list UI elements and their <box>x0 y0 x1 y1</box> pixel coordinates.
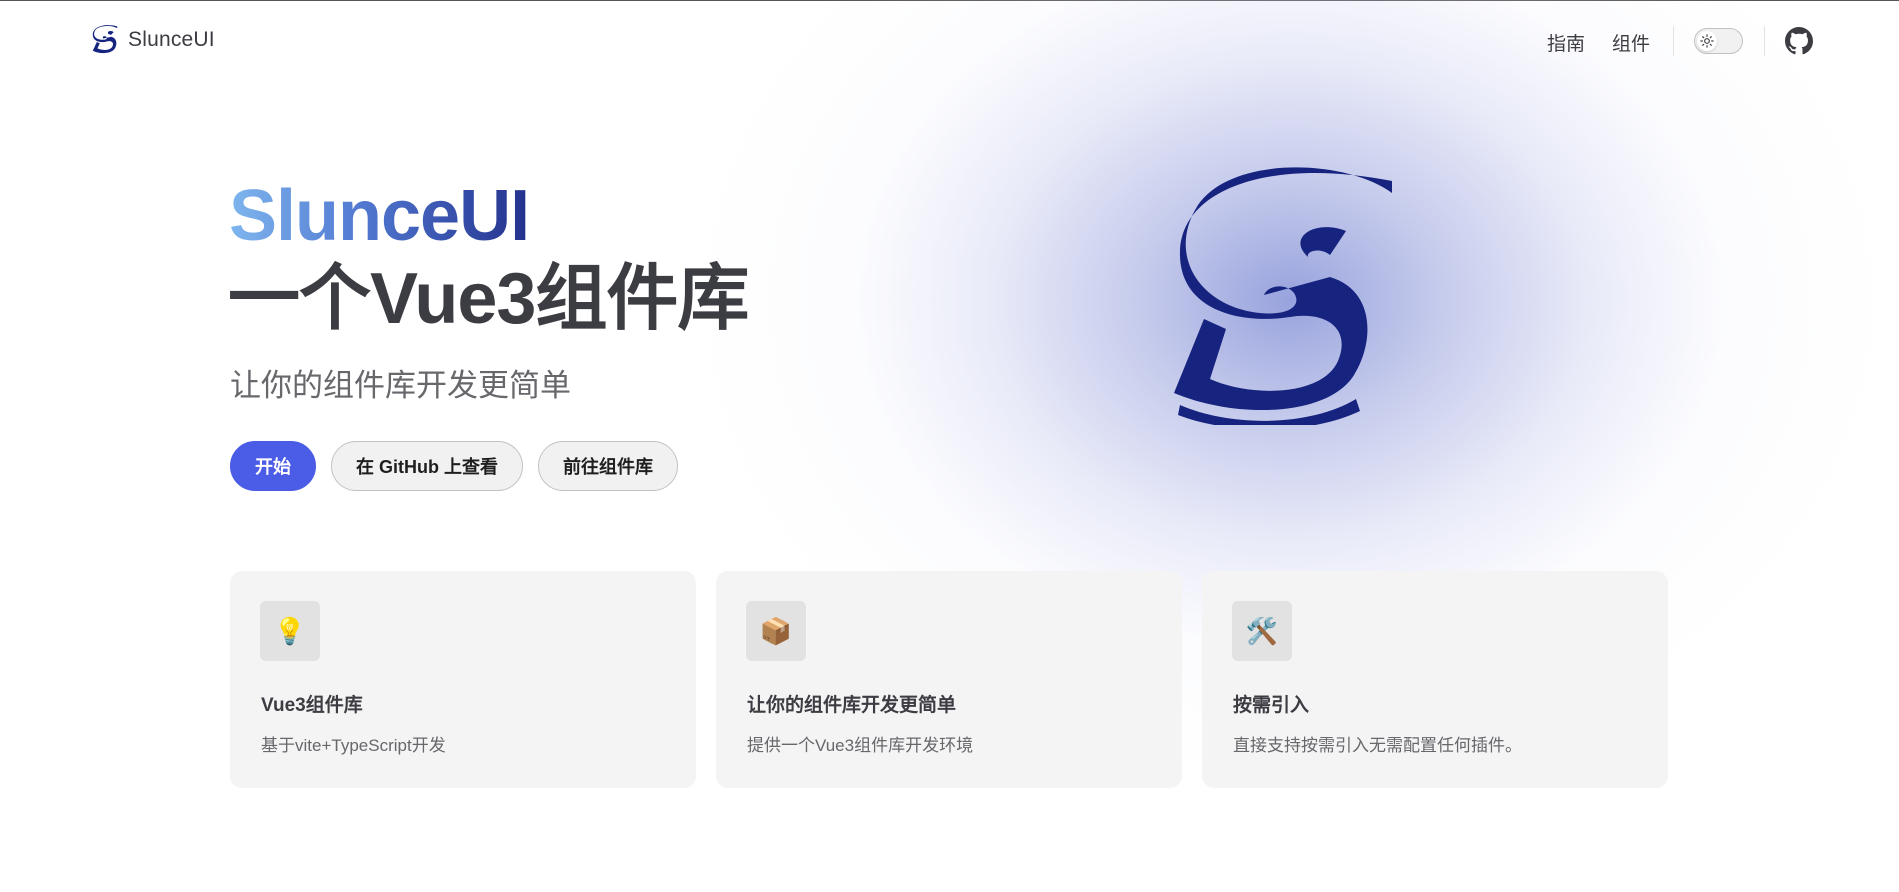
feature-card: 💡 Vue3组件库 基于vite+TypeScript开发 <box>230 571 696 788</box>
theme-toggle-switch[interactable] <box>1694 28 1743 54</box>
feature-details: 基于vite+TypeScript开发 <box>261 736 446 755</box>
slunceui-logo-icon <box>92 25 118 54</box>
theme-toggle-knob <box>1697 31 1717 51</box>
github-icon <box>1785 27 1813 55</box>
view-on-github-button[interactable]: 在 GitHub 上查看 <box>331 441 523 491</box>
package-icon: 📦 <box>746 601 806 661</box>
nav-divider <box>1764 26 1765 56</box>
nav-link-components[interactable]: 组件 <box>1612 29 1650 56</box>
sun-icon <box>1700 34 1714 48</box>
feature-title: 按需引入 <box>1233 695 1310 716</box>
lightbulb-icon: 💡 <box>260 601 320 661</box>
feature-details: 提供一个Vue3组件库开发环境 <box>747 736 974 755</box>
hero-logo-image <box>1174 167 1392 425</box>
feature-card: 📦 让你的组件库开发更简单 提供一个Vue3组件库开发环境 <box>716 571 1182 788</box>
nav-link-guide[interactable]: 指南 <box>1547 29 1585 56</box>
hero-name: SlunceUI <box>229 176 530 256</box>
tools-icon: 🛠️ <box>1232 601 1292 661</box>
feature-card: 🛠️ 按需引入 直接支持按需引入无需配置任何插件。 <box>1202 571 1668 788</box>
brand-link[interactable]: SlunceUI <box>90 24 215 56</box>
top-navbar: SlunceUI 指南 组件 <box>0 0 1899 80</box>
github-link[interactable] <box>1785 27 1813 55</box>
nav-divider <box>1673 26 1674 56</box>
feature-title: 让你的组件库开发更简单 <box>747 695 957 716</box>
hero-tagline: 让你的组件库开发更简单 <box>230 368 571 403</box>
features-section: 💡 Vue3组件库 基于vite+TypeScript开发 📦 让你的组件库开发… <box>230 571 1668 788</box>
hero-text: 一个Vue3组件库 <box>228 259 749 339</box>
get-started-button[interactable]: 开始 <box>230 441 316 491</box>
feature-details: 直接支持按需引入无需配置任何插件。 <box>1233 736 1522 755</box>
feature-title: Vue3组件库 <box>261 695 363 716</box>
go-to-components-button[interactable]: 前往组件库 <box>538 441 678 491</box>
hero-actions: 开始 在 GitHub 上查看 前往组件库 <box>230 441 678 491</box>
brand-name: SlunceUI <box>128 28 215 51</box>
